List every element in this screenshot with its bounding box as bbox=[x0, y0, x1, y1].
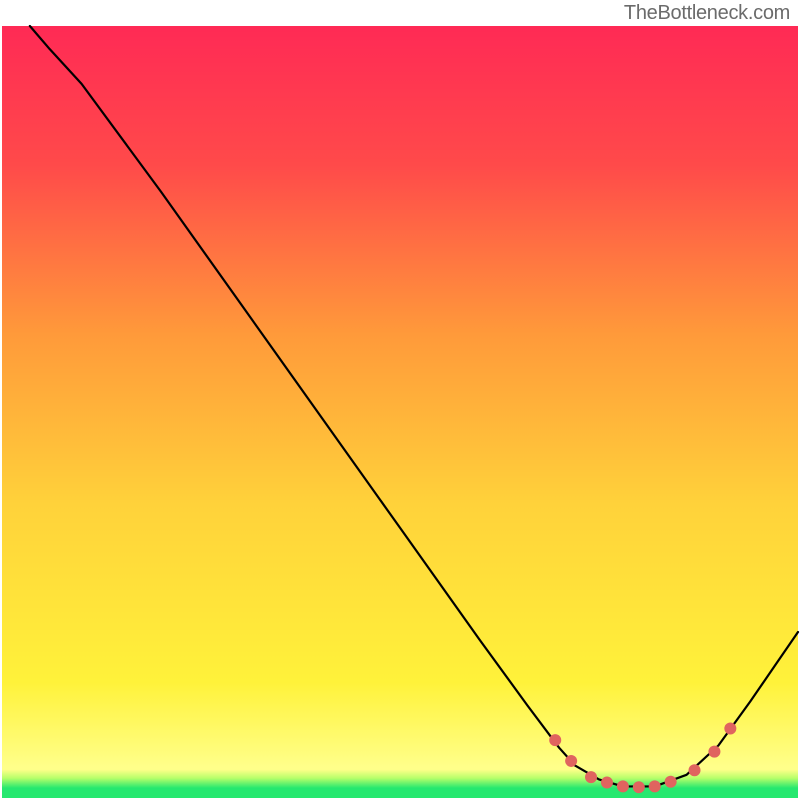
chart-canvas bbox=[0, 0, 800, 800]
bottleneck-chart: TheBottleneck.com bbox=[0, 0, 800, 800]
watermark-text: TheBottleneck.com bbox=[624, 2, 790, 25]
